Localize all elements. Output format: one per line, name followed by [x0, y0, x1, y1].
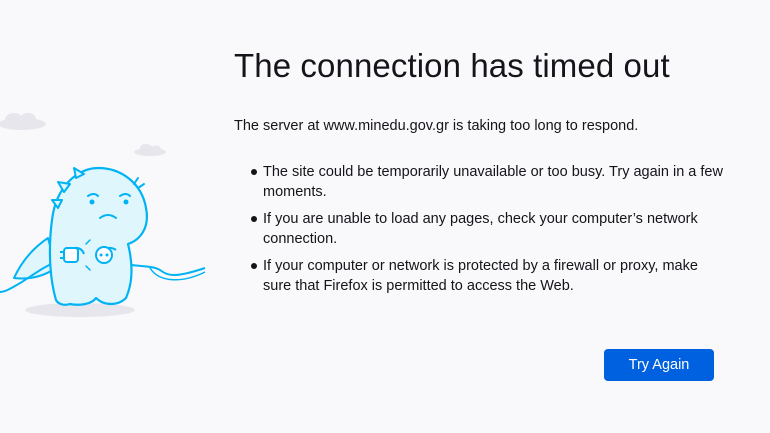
error-title: The connection has timed out — [234, 47, 670, 84]
error-advice-list: The site could be temporarily unavailabl… — [234, 162, 734, 296]
dinosaur-unplugged-cable-icon — [0, 113, 206, 317]
advice-item: The site could be temporarily unavailabl… — [234, 162, 723, 202]
advice-item: If your computer or network is protected… — [234, 256, 723, 296]
advice-text: If your computer or network is protected… — [263, 258, 698, 294]
error-page: The connection has timed out The server … — [0, 0, 770, 433]
advice-text: If you are unable to load any pages, che… — [263, 211, 698, 247]
error-content: The connection has timed out The server … — [234, 40, 734, 303]
bullet-icon — [251, 216, 257, 222]
error-short-description: The server at www.minedu.gov.gr is takin… — [234, 118, 639, 134]
advice-item: If you are unable to load any pages, che… — [234, 209, 723, 249]
bullet-icon — [251, 263, 257, 269]
advice-text: The site could be temporarily unavailabl… — [263, 164, 723, 200]
try-again-button[interactable]: Try Again — [604, 349, 714, 381]
bullet-icon — [251, 169, 257, 175]
